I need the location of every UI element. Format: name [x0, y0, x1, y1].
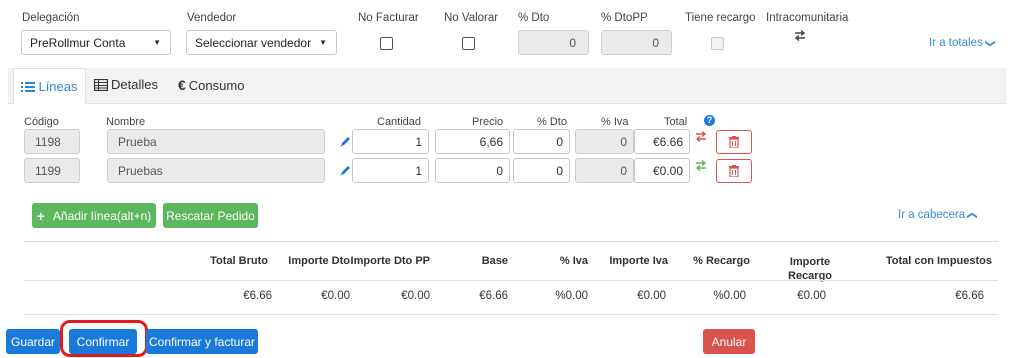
- totals-value: €0.00: [797, 290, 826, 302]
- rescatar-pedido-button[interactable]: Rescatar Pedido: [163, 203, 258, 228]
- vendedor-select[interactable]: Seleccionar vendedor ▼: [186, 30, 337, 55]
- confirmar-facturar-button[interactable]: Confirmar y facturar: [146, 329, 258, 354]
- totals-header-divider: [24, 280, 998, 281]
- no-facturar-label: No Facturar: [358, 12, 419, 24]
- delegacion-label: Delegación: [22, 12, 80, 24]
- trash-icon: [729, 136, 739, 148]
- pencil-icon[interactable]: [339, 164, 352, 177]
- row1-codigo: 1198: [24, 129, 80, 154]
- col-cantidad-header: Cantidad: [377, 116, 422, 128]
- vendedor-value: Seleccionar vendedor: [195, 36, 312, 50]
- totals-header: Importe Dto: [288, 255, 350, 267]
- col-dto-header: % Dto: [537, 116, 567, 128]
- order-form: Delegación PreRollmur Conta ▼ Vendedor S…: [8, 0, 1016, 358]
- exchange-icon[interactable]: [695, 131, 707, 142]
- list-icon: [21, 81, 36, 92]
- delegacion-value: PreRollmur Conta: [30, 36, 126, 50]
- col-precio-header: Precio: [472, 116, 504, 128]
- totals-value: €0.00: [637, 290, 666, 302]
- row2-total-field: €0.00: [634, 158, 690, 183]
- guardar-button[interactable]: Guardar: [6, 329, 60, 354]
- exchange-icon[interactable]: [695, 160, 707, 171]
- row2-cantidad-input[interactable]: 1: [352, 158, 429, 183]
- col-nombre-header: Nombre: [106, 116, 146, 128]
- exchange-icon[interactable]: [794, 30, 806, 41]
- row2-delete-button[interactable]: [716, 159, 752, 183]
- tab-detalles-label: Detalles: [111, 77, 158, 92]
- row2-precio-input[interactable]: 0: [435, 158, 510, 183]
- row1-cantidad-input[interactable]: 1: [352, 129, 429, 154]
- row1-iva-field: 0: [575, 129, 634, 154]
- tab-detalles[interactable]: Detalles: [94, 77, 158, 92]
- chevron-up-icon: ❯: [967, 211, 979, 220]
- totals-header: Base: [481, 255, 508, 267]
- totals-value: %0.00: [713, 290, 746, 302]
- row1-dto-input[interactable]: 0: [513, 129, 570, 154]
- ir-totales-label: Ir a totales: [929, 37, 983, 49]
- row2-iva-field: 0: [575, 158, 634, 183]
- chevron-down-icon: ❯: [984, 39, 996, 48]
- ir-totales-link[interactable]: Ir a totales ❯: [929, 37, 996, 49]
- row1-nombre: Prueba: [107, 129, 325, 154]
- dto-label: % Dto: [518, 12, 550, 24]
- intracom-label: Intracomunitaria: [766, 12, 849, 24]
- row2-nombre: Pruebas: [107, 158, 325, 183]
- add-line-label: Añadir línea(alt+n): [52, 208, 152, 223]
- ir-cabecera-link[interactable]: Ir a cabecera ❯: [898, 209, 979, 221]
- row1-delete-button[interactable]: [716, 130, 752, 154]
- totals-value: €0.00: [401, 290, 430, 302]
- totals-value: €6.66: [243, 290, 272, 302]
- caret-down-icon: ▼: [319, 38, 327, 47]
- totals-header: Total con Impuestos: [885, 255, 992, 267]
- pencil-icon[interactable]: [339, 135, 352, 148]
- table-icon: [94, 78, 108, 91]
- tab-lineas[interactable]: Líneas: [13, 68, 86, 105]
- delegacion-select[interactable]: PreRollmur Conta ▼: [21, 30, 171, 55]
- vendedor-label: Vendedor: [187, 12, 237, 24]
- dtopp-field: 0: [601, 30, 672, 55]
- caret-down-icon: ▼: [153, 38, 161, 47]
- no-valorar-checkbox[interactable]: [462, 37, 475, 50]
- row1-total-field: €6.66: [634, 129, 690, 154]
- no-valorar-label: No Valorar: [444, 12, 499, 24]
- trash-icon: [729, 165, 739, 177]
- row2-codigo: 1199: [24, 158, 80, 183]
- euro-icon: €: [178, 77, 186, 93]
- row1-precio-input[interactable]: 6,66: [435, 129, 510, 154]
- col-codigo-header: Código: [24, 116, 59, 128]
- add-line-button[interactable]: + Añadir línea(alt+n): [32, 203, 156, 228]
- totals-value: €0.00: [321, 290, 350, 302]
- no-facturar-checkbox[interactable]: [380, 37, 393, 50]
- totals-header: Total Bruto: [210, 255, 268, 267]
- totals-bottom-divider: [24, 314, 998, 315]
- help-icon[interactable]: ?: [704, 115, 715, 126]
- plus-icon: +: [36, 207, 45, 224]
- dtopp-label: % DtoPP: [601, 12, 648, 24]
- tab-lineas-label: Líneas: [38, 79, 78, 94]
- tab-consumo-label: Consumo: [188, 77, 245, 93]
- tab-consumo[interactable]: € Consumo: [178, 77, 244, 93]
- totals-value: €6.66: [955, 290, 984, 302]
- ir-cabecera-label: Ir a cabecera: [898, 209, 966, 221]
- anular-button[interactable]: Anular: [703, 329, 755, 354]
- row2-dto-input[interactable]: 0: [513, 158, 570, 183]
- totals-header: % Iva: [559, 255, 588, 267]
- totals-header: Importe Recargo: [788, 256, 833, 282]
- recargo-checkbox: [711, 37, 724, 50]
- recargo-label: Tiene recargo: [685, 12, 756, 24]
- col-total-header: Total: [664, 116, 688, 128]
- totals-header: Importe Dto PP: [350, 255, 430, 267]
- totals-top-divider: [24, 241, 998, 242]
- totals-header: Importe Iva: [609, 255, 668, 267]
- totals-value: €6.66: [479, 290, 508, 302]
- dto-field: 0: [518, 30, 589, 55]
- confirmar-button[interactable]: Confirmar: [69, 329, 137, 354]
- totals-value: %0.00: [555, 290, 588, 302]
- totals-header: % Recargo: [693, 255, 750, 267]
- col-iva-header: % Iva: [601, 116, 629, 128]
